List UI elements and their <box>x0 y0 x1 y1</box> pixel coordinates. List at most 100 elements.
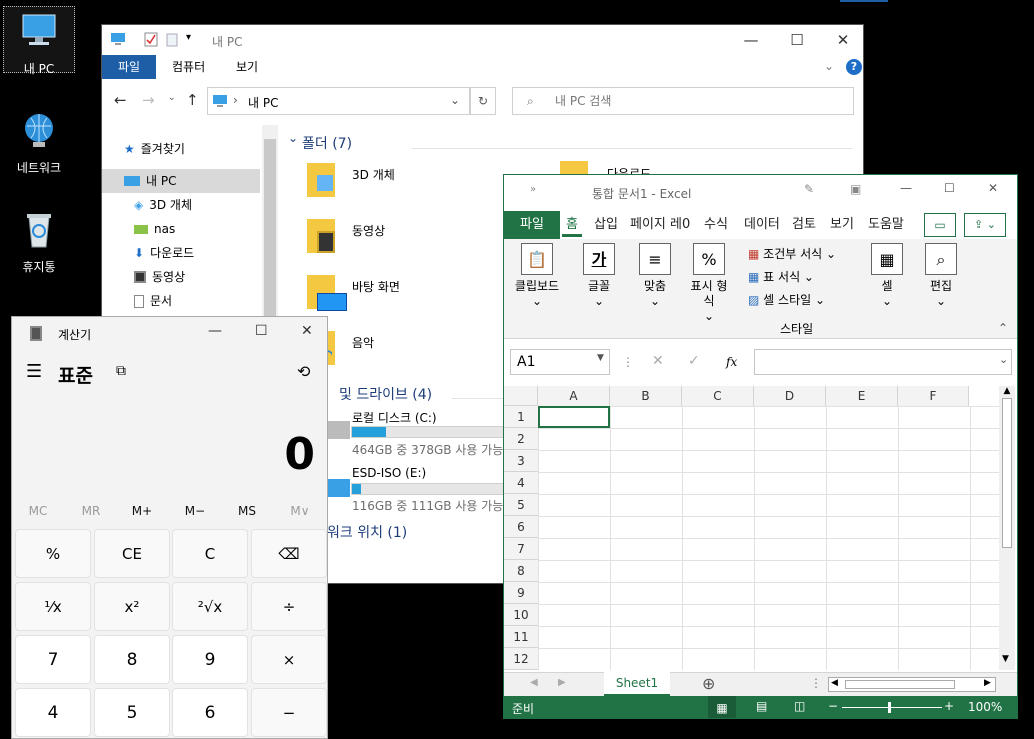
sheet-tab[interactable]: Sheet1 <box>604 672 670 696</box>
tab-computer[interactable]: 컴퓨터 <box>160 55 217 79</box>
calc-key[interactable]: 7 <box>15 635 91 684</box>
format-as-table-button[interactable]: ▦ 표 서식 ⌄ <box>748 268 814 285</box>
search-input[interactable]: ⌕ 내 PC 검색 <box>512 87 854 115</box>
next-sheet-icon[interactable]: ▶ <box>558 677 566 688</box>
calc-key[interactable]: % <box>15 529 91 578</box>
row-header[interactable]: 2 <box>504 428 538 450</box>
calc-key[interactable]: C <box>172 529 248 578</box>
folder-label[interactable]: 바탕 화면 <box>352 278 400 295</box>
drive-name[interactable]: 로컬 디스크 (C:) <box>352 409 437 426</box>
tab-review[interactable]: 검토 <box>788 211 820 239</box>
calc-key[interactable]: 9 <box>172 635 248 684</box>
cell-grid[interactable] <box>538 406 999 670</box>
expand-formula-icon[interactable]: ⌄ <box>999 353 1008 366</box>
add-sheet-icon[interactable]: ⊕ <box>702 674 715 693</box>
calc-key[interactable]: CE <box>94 529 170 578</box>
address-bar[interactable]: › 내 PC ⌄ <box>207 87 470 115</box>
memory-button[interactable]: MR <box>71 504 111 518</box>
formula-input[interactable]: ⌄ <box>754 349 1012 375</box>
desktop-icon-this-pc[interactable]: 내 PC <box>3 6 75 76</box>
memory-button[interactable]: M− <box>175 504 215 518</box>
help-icon[interactable]: ? <box>846 59 862 75</box>
normal-view-icon[interactable]: ▦ <box>708 696 736 718</box>
desktop-icon-recycle-bin[interactable]: 휴지통 <box>3 209 75 275</box>
folder-3d-objects-icon[interactable] <box>307 163 335 197</box>
name-box[interactable]: A1 ▼ <box>510 349 610 375</box>
tab-data[interactable]: 데이터 <box>740 211 784 239</box>
minimize-button[interactable]: — <box>900 181 912 195</box>
zoom-in-icon[interactable]: + <box>944 699 954 713</box>
drives-group-header[interactable]: 및 드라이브 (4) <box>339 384 432 404</box>
column-header[interactable]: F <box>898 386 969 406</box>
scroll-down-icon[interactable]: ▼ <box>1002 654 1009 664</box>
tab-file[interactable]: 파일 <box>102 55 156 79</box>
zoom-out-icon[interactable]: − <box>828 699 838 713</box>
scroll-up-icon[interactable]: ▲ <box>999 386 1015 396</box>
address-dropdown-icon[interactable]: ⌄ <box>450 93 460 107</box>
calc-key[interactable]: 5 <box>94 688 170 737</box>
ribbon-expand-icon[interactable]: ⌄ <box>824 59 834 73</box>
menu-hamburger-icon[interactable]: ☰ <box>26 361 42 382</box>
quick-access-dropdown-icon[interactable]: ▾ <box>186 32 191 43</box>
prev-sheet-icon[interactable]: ◀ <box>530 677 538 688</box>
row-header[interactable]: 3 <box>504 450 538 472</box>
tab-insert[interactable]: 삽입 <box>590 211 622 239</box>
calc-key[interactable]: × <box>251 635 327 684</box>
nav-item-videos[interactable]: 동영상 <box>134 265 185 289</box>
network-locations-header[interactable]: 워크 위치 (1) <box>327 522 407 542</box>
column-header[interactable]: A <box>538 386 610 406</box>
row-header[interactable]: 1 <box>504 406 538 428</box>
column-header[interactable]: E <box>826 386 898 406</box>
cells-button[interactable]: ▦ 셀 ⌄ <box>866 243 908 309</box>
zoom-slider[interactable] <box>842 702 942 713</box>
share-button[interactable]: ⇪ ⌄ <box>964 213 1006 237</box>
calc-key[interactable]: 6 <box>172 688 248 737</box>
calc-key[interactable]: ÷ <box>251 582 327 631</box>
conditional-format-button[interactable]: ▦ 조건부 서식 ⌄ <box>748 245 836 262</box>
collapse-chevron-icon[interactable]: ⌄ <box>288 131 298 145</box>
tab-view[interactable]: 보기 <box>826 211 858 239</box>
calc-key[interactable]: x² <box>94 582 170 631</box>
insert-function-icon[interactable]: fx <box>726 355 737 369</box>
back-arrow-icon[interactable]: ← <box>114 91 127 109</box>
close-button[interactable]: ✕ <box>301 323 313 339</box>
tab-page-layout[interactable]: 페이지 레0 <box>626 211 694 239</box>
formula-bar-options-icon[interactable]: ⋮ <box>622 355 634 369</box>
cell-styles-button[interactable]: ▨ 셀 스타일 ⌄ <box>748 291 825 308</box>
scroll-left-icon[interactable]: ◀ <box>831 678 838 688</box>
maximize-button[interactable]: ☐ <box>255 323 268 339</box>
memory-button[interactable]: MC <box>18 504 58 518</box>
close-button[interactable]: ✕ <box>820 25 863 55</box>
maximize-button[interactable]: ☐ <box>944 181 955 195</box>
editing-button[interactable]: ⌕ 편집 ⌄ <box>920 243 962 309</box>
row-header[interactable]: 7 <box>504 538 538 560</box>
minimize-button[interactable]: — <box>208 323 222 339</box>
clipboard-button[interactable]: 📋 클립보드 ⌄ <box>512 243 562 309</box>
recent-dropdown-icon[interactable]: ⌄ <box>168 93 176 103</box>
row-header[interactable]: 8 <box>504 560 538 582</box>
row-header[interactable]: 5 <box>504 494 538 516</box>
memory-button[interactable]: MS <box>227 504 267 518</box>
zoom-slider-thumb[interactable] <box>888 702 891 713</box>
calc-key[interactable]: 4 <box>15 688 91 737</box>
row-header[interactable]: 9 <box>504 582 538 604</box>
vertical-scrollbar[interactable]: ▲ ▼ <box>999 386 1015 670</box>
keep-on-top-icon[interactable]: ⧉ <box>116 363 126 379</box>
calc-key[interactable]: ⌫ <box>251 529 327 578</box>
row-header[interactable]: 6 <box>504 516 538 538</box>
scrollbar-thumb[interactable] <box>1002 398 1012 548</box>
history-icon[interactable]: ⟲ <box>297 362 310 381</box>
column-header[interactable]: C <box>682 386 754 406</box>
row-header[interactable]: 10 <box>504 604 538 626</box>
forward-arrow-icon[interactable]: → <box>142 91 155 109</box>
collapse-ribbon-icon[interactable]: ⌃ <box>998 321 1008 335</box>
calc-key[interactable]: − <box>251 688 327 737</box>
up-arrow-icon[interactable]: ↑ <box>186 91 199 109</box>
nav-item-this-pc[interactable]: 내 PC <box>102 169 260 193</box>
nav-item-quick-access[interactable]: ★ 즐겨찾기 <box>124 137 185 161</box>
select-all-corner[interactable] <box>504 386 538 406</box>
memory-button[interactable]: M∨ <box>280 504 320 518</box>
memory-button[interactable]: M+ <box>122 504 162 518</box>
breadcrumb[interactable]: 내 PC <box>248 94 278 111</box>
nav-item-nas[interactable]: nas <box>134 217 175 241</box>
